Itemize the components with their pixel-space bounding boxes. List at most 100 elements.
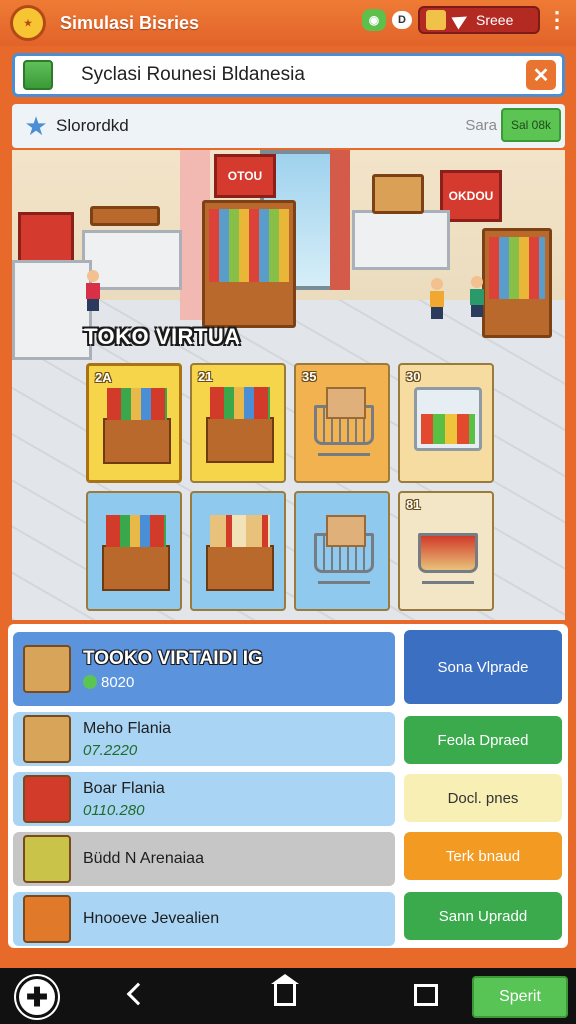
shelf-icon xyxy=(206,545,274,591)
inventory-item-name: TOOKO VIRTAIDI IG xyxy=(83,647,263,669)
inventory-row[interactable]: Meho Flania 07.2220 xyxy=(13,712,395,766)
cart-wheels-icon xyxy=(318,453,370,463)
send-icon xyxy=(451,10,471,30)
checkout-counter[interactable] xyxy=(352,210,450,270)
search-bar[interactable]: Syclasi Rounesi Bldanesia ✕ xyxy=(12,53,565,97)
goods-shelf[interactable] xyxy=(202,200,296,328)
inventory-row[interactable]: TOOKO VIRTAIDI IG 8020 xyxy=(13,632,395,706)
fridge-icon xyxy=(414,387,482,451)
item-box-icon xyxy=(23,835,71,883)
box-icon xyxy=(326,387,366,419)
inventory-item-value: 07.2220 xyxy=(83,741,138,759)
item-card[interactable]: 35 xyxy=(294,363,390,483)
item-box-icon xyxy=(23,715,71,763)
inventory-row-texts: Hnooeve Jevealien xyxy=(83,910,219,928)
clerk-figure[interactable] xyxy=(470,276,484,317)
goods-icon xyxy=(210,387,270,419)
item-box-icon xyxy=(23,775,71,823)
cart-icon xyxy=(418,533,478,573)
close-button[interactable]: ✕ xyxy=(526,60,556,90)
sub-bar-label: Sara xyxy=(465,117,497,134)
inventory-item-value-wrap: 07.2220 xyxy=(83,742,171,759)
app-logo-icon[interactable]: ★ xyxy=(10,5,46,41)
item-box-icon xyxy=(23,645,71,693)
inventory-item-name: Büdd N Arenaiaa xyxy=(83,850,204,867)
more-menu-icon[interactable]: ⋮ xyxy=(546,9,568,31)
upgrade-button[interactable]: Sona Vlprade xyxy=(404,630,562,704)
app-bar: ★ Simulasi Bisries ◉ D Sreee ⋮ xyxy=(0,0,576,46)
inventory-item-name: Hnooeve Jevealien xyxy=(83,910,220,927)
shelf-icon xyxy=(103,418,171,464)
item-card-number: 81 xyxy=(406,497,421,512)
item-card[interactable]: 81 xyxy=(398,491,494,611)
store-scene[interactable]: OTOU OKDOU TOKO VIRTUA 2A 21 35 30 81 xyxy=(12,150,565,620)
gem-icon xyxy=(83,674,97,689)
store-sign: OTOU xyxy=(214,154,276,198)
left-counter xyxy=(12,260,92,360)
item-box-icon xyxy=(23,895,71,943)
home-icon[interactable] xyxy=(271,974,299,1006)
toggle-icon[interactable]: D xyxy=(392,11,412,29)
sub-bar-button[interactable]: Sal 08k xyxy=(501,108,561,142)
item-card-number: 30 xyxy=(406,369,421,384)
share-pill-label: Sreee xyxy=(476,12,514,28)
app-title: Simulasi Bisries xyxy=(60,12,200,33)
sub-bar: ★ Slorordkd Sara Sal 08k xyxy=(12,104,565,148)
cart-wheels-icon xyxy=(318,581,370,591)
start-button[interactable]: Sperit xyxy=(472,976,568,1018)
search-text[interactable]: Syclasi Rounesi Bldanesia xyxy=(81,64,305,86)
store-icon xyxy=(23,60,53,90)
shelf-icon xyxy=(102,545,170,591)
recent-apps-icon[interactable] xyxy=(414,984,438,1006)
item-card-number: 2A xyxy=(95,370,112,385)
inventory-row[interactable]: Hnooeve Jevealien xyxy=(13,892,395,946)
side-shelf[interactable] xyxy=(482,228,552,338)
star-icon: ★ xyxy=(24,111,48,141)
goods-icon xyxy=(106,515,166,547)
shopper-figure[interactable] xyxy=(86,270,100,311)
inventory-row-texts: Meho Flania 07.2220 xyxy=(83,720,171,759)
inventory-row-texts: TOOKO VIRTAIDI IG 8020 xyxy=(83,648,263,691)
inventory-item-name: Boar Flania xyxy=(83,779,165,797)
upgrade-button[interactable]: Docl. pnes xyxy=(404,774,562,822)
item-card-number: 21 xyxy=(198,369,213,384)
wall-sign xyxy=(18,212,74,266)
inventory-item-value-wrap: 8020 xyxy=(83,674,263,691)
goods-icon xyxy=(210,515,270,547)
goods-icon xyxy=(107,388,167,420)
inventory-panel: TOOKO VIRTAIDI IG 8020 Meho Flania 07.2220 B… xyxy=(8,624,568,948)
inventory-item-name: Meho Flania xyxy=(83,719,172,737)
sub-bar-title: Slorordkd xyxy=(56,116,129,135)
cart-wheels-icon xyxy=(422,581,474,591)
customer-figure[interactable] xyxy=(430,278,444,319)
item-card[interactable]: 21 xyxy=(190,363,286,483)
box-stack xyxy=(372,174,424,214)
system-nav-bar: ✚ Sperit xyxy=(0,968,576,1024)
scene-title: TOKO VIRTUA xyxy=(84,324,241,349)
item-card[interactable] xyxy=(86,491,182,611)
item-card[interactable]: 30 xyxy=(398,363,494,483)
game-logo-icon[interactable]: ✚ xyxy=(16,976,58,1018)
red-pillar xyxy=(330,150,350,290)
coin-icon xyxy=(426,10,446,30)
shelf-icon xyxy=(206,417,274,463)
item-card[interactable] xyxy=(190,491,286,611)
chat-icon[interactable]: ◉ xyxy=(362,9,386,31)
app-bar-actions: ◉ D Sreee ⋮ xyxy=(362,6,568,34)
upgrade-button[interactable]: Terk bnaud xyxy=(404,832,562,880)
inventory-row[interactable]: Büdd N Arenaiaa xyxy=(13,832,395,886)
item-card[interactable]: 2A xyxy=(86,363,182,483)
upgrade-button[interactable]: Feola Dpraed xyxy=(404,716,562,764)
back-icon[interactable] xyxy=(126,982,150,1006)
box-icon xyxy=(326,515,366,547)
inventory-row[interactable]: Boar Flania 0110.280 xyxy=(13,772,395,826)
inventory-item-value-wrap: 0110.280 xyxy=(83,802,165,819)
inventory-item-value: 8020 xyxy=(101,673,135,691)
item-card[interactable] xyxy=(294,491,390,611)
item-card-number: 35 xyxy=(302,369,317,384)
item-grid: 2A 21 35 30 81 xyxy=(86,363,494,611)
footer-strip xyxy=(0,948,576,968)
upgrade-button[interactable]: Sann Upradd xyxy=(404,892,562,940)
inventory-row-texts: Büdd N Arenaiaa xyxy=(83,850,204,868)
share-pill-button[interactable]: Sreee xyxy=(418,6,540,34)
